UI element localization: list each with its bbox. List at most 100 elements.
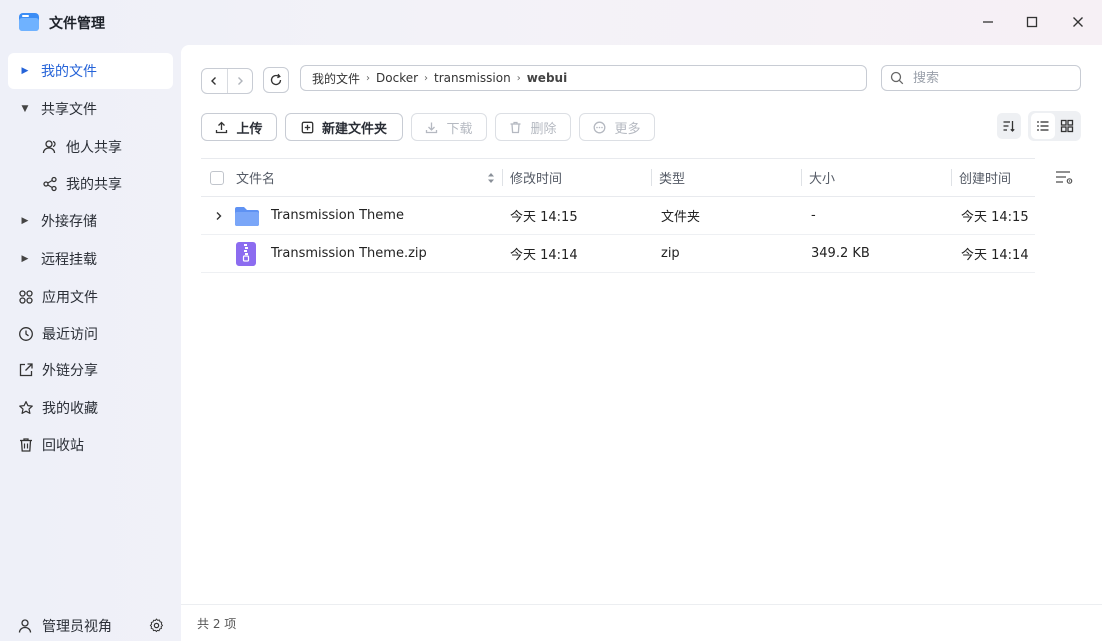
caret-right-icon: ▶: [21, 216, 29, 226]
close-button[interactable]: [1065, 9, 1091, 35]
sidebar-item-label: 共享文件: [41, 102, 97, 118]
sidebar-item-link-share[interactable]: 外链分享: [8, 352, 173, 388]
sidebar-item-recent[interactable]: 最近访问: [8, 316, 173, 352]
delete-button[interactable]: 删除: [495, 113, 571, 141]
close-icon: [1073, 17, 1083, 27]
column-header-type[interactable]: 类型: [659, 159, 685, 196]
delete-label: 删除: [530, 121, 557, 137]
column-header-label: 修改时间: [510, 172, 563, 187]
grid-view-button[interactable]: [1055, 113, 1079, 139]
breadcrumb-item[interactable]: 我的文件: [312, 70, 360, 87]
settings-gear-icon[interactable]: [149, 618, 164, 637]
sidebar-item-favorites[interactable]: 我的收藏: [8, 390, 173, 426]
file-size: 349.2 KB: [811, 246, 870, 261]
sidebar-item-label: 我的收藏: [42, 401, 98, 417]
sidebar-item-my-shares[interactable]: 我的共享: [8, 166, 173, 202]
status-bar: 共 2 项: [181, 604, 1102, 641]
upload-icon: [215, 121, 228, 134]
breadcrumb-item[interactable]: transmission: [434, 71, 511, 85]
column-divider[interactable]: [651, 169, 652, 186]
more-label: 更多: [614, 121, 641, 137]
sort-button[interactable]: [997, 113, 1021, 139]
table-row[interactable]: Transmission Theme.zip 今天 14:14 zip 349.…: [201, 235, 1035, 273]
column-header-size[interactable]: 大小: [809, 159, 835, 196]
list-view-button[interactable]: [1031, 113, 1055, 139]
column-header-name[interactable]: 文件名: [236, 159, 275, 196]
sidebar-item-app-files[interactable]: 应用文件: [8, 279, 173, 315]
table-row[interactable]: Transmission Theme 今天 14:15 文件夹 - 今天 14:…: [201, 197, 1035, 235]
sidebar-item-label: 他人共享: [66, 140, 122, 156]
user-icon: [41, 138, 59, 156]
sidebar-item-remote-mount[interactable]: ▶ 远程挂载: [8, 241, 173, 277]
file-created: 今天 14:15: [961, 210, 1029, 225]
sort-icon: [1003, 121, 1015, 132]
breadcrumb-item[interactable]: Docker: [376, 71, 418, 85]
sidebar-item-shared-with-me[interactable]: 他人共享: [8, 129, 173, 165]
file-manager-window: 文件管理 ▶ 我的文件 ▼ 共享文件 他人共享 我的共享 ▶ 外接存储 ▶ 远程…: [0, 0, 1102, 641]
list-view-icon: [1037, 121, 1049, 131]
sidebar-item-external-storage[interactable]: ▶ 外接存储: [8, 203, 173, 239]
column-header-created[interactable]: 创建时间: [959, 159, 1011, 196]
maximize-button[interactable]: [1019, 9, 1045, 35]
checkbox: [210, 170, 224, 185]
minimize-button[interactable]: [975, 9, 1001, 35]
app-title: 文件管理: [49, 16, 105, 32]
back-button[interactable]: [202, 69, 227, 93]
column-settings-button[interactable]: [1055, 169, 1075, 187]
star-icon: [17, 399, 35, 417]
search-input[interactable]: [911, 69, 1065, 87]
column-header-modified[interactable]: 修改时间: [510, 159, 562, 196]
admin-view-toggle[interactable]: 管理员视角: [8, 612, 180, 640]
file-name[interactable]: Transmission Theme.zip: [271, 235, 427, 272]
upload-button[interactable]: 上传: [201, 113, 277, 141]
file-modified: 今天 14:14: [510, 248, 578, 263]
forward-button[interactable]: [226, 69, 253, 93]
new-folder-button[interactable]: 新建文件夹: [285, 113, 403, 141]
folder-icon: [234, 197, 260, 234]
file-modified: 今天 14:15: [510, 210, 578, 225]
sidebar-item-recycle-bin[interactable]: 回收站: [8, 427, 173, 463]
search-box: [881, 65, 1081, 91]
item-count: 共 2 项: [197, 616, 237, 631]
zip-file-icon: [235, 235, 257, 272]
more-button[interactable]: 更多: [579, 113, 655, 141]
chevron-right-icon: ›: [516, 72, 521, 84]
file-size: -: [811, 208, 816, 223]
expand-chevron-icon[interactable]: [215, 197, 223, 234]
file-type: zip: [661, 246, 680, 261]
column-header-label: 类型: [659, 172, 686, 187]
column-settings-icon: [1056, 171, 1073, 184]
main-panel: 我的文件 › Docker › transmission › webui 上传 …: [181, 45, 1102, 641]
caret-right-icon: ▶: [21, 254, 29, 264]
chevron-right-icon: ›: [424, 72, 429, 84]
file-type: 文件夹: [661, 210, 701, 225]
column-divider[interactable]: [801, 169, 802, 186]
sidebar-item-label: 应用文件: [42, 290, 98, 306]
column-divider[interactable]: [951, 169, 952, 186]
more-icon: [593, 121, 606, 134]
download-icon: [425, 121, 438, 134]
sidebar-item-label: 远程挂载: [41, 252, 97, 268]
breadcrumb-current[interactable]: webui: [527, 71, 567, 85]
apps-icon: [17, 288, 35, 306]
new-folder-icon: [301, 121, 314, 134]
sidebar-item-label: 最近访问: [42, 327, 98, 343]
sidebar-item-label: 我的共享: [66, 177, 122, 193]
refresh-button[interactable]: [263, 67, 289, 93]
trash-icon: [17, 436, 35, 454]
search-icon: [890, 71, 904, 85]
share-icon: [41, 175, 59, 193]
table-header: 文件名 修改时间 类型 大小 创建时间: [201, 158, 1035, 197]
minimize-icon: [983, 21, 993, 23]
sidebar-item-my-files[interactable]: ▶ 我的文件: [8, 53, 173, 89]
download-label: 下载: [446, 121, 473, 137]
file-name[interactable]: Transmission Theme: [271, 197, 404, 234]
history-nav: [201, 68, 253, 94]
select-all-checkbox[interactable]: [210, 159, 224, 196]
sort-indicator-icon[interactable]: [486, 159, 496, 196]
download-button[interactable]: 下载: [411, 113, 487, 141]
sidebar-item-shared-files[interactable]: ▼ 共享文件: [8, 91, 173, 127]
column-divider[interactable]: [502, 169, 503, 186]
refresh-icon: [270, 73, 282, 86]
admin-user-icon: [17, 618, 35, 634]
